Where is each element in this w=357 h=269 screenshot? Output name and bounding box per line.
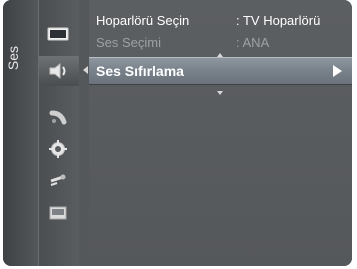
menu-row-label: Ses Sıfırlama <box>96 63 184 79</box>
menu-row-sound-reset[interactable]: Ses Sıfırlama <box>89 57 352 85</box>
menu-row-speaker-select[interactable]: Hoparlörü Seçin : TV Hoparlörü <box>89 9 352 31</box>
menu-row-value: : ANA <box>236 35 270 50</box>
satellite-dish-icon[interactable] <box>47 108 69 128</box>
input-plug-icon[interactable] <box>47 171 69 191</box>
menu-row-value: : TV Hoparlörü <box>236 13 321 28</box>
tv-screen-icon[interactable] <box>47 24 69 44</box>
scroll-up-indicator-icon <box>217 53 223 57</box>
side-tab: Ses <box>3 0 39 266</box>
menu-row-sound-select: Ses Seçimi : ANA <box>89 31 352 53</box>
side-tab-label: Ses <box>5 46 21 71</box>
selection-pointer <box>83 66 88 74</box>
menu-row-label: Hoparlörü Seçin <box>96 13 190 28</box>
osd-menu-panel: Ses Hoparlörü Seçin: TV Hoparlörü Ses S… <box>3 0 352 266</box>
speaker-icon[interactable] <box>47 61 69 81</box>
menu-list: Hoparlörü Seçin : TV Hoparlörü Ses Seçim… <box>89 0 352 266</box>
gear-icon[interactable] <box>47 139 69 159</box>
scroll-down-indicator-icon <box>217 91 223 95</box>
menu-category-icons <box>39 0 79 266</box>
menu-row-label: Ses Seçimi <box>96 35 162 50</box>
enter-submenu-icon <box>333 65 342 77</box>
application-icon[interactable] <box>47 203 69 223</box>
